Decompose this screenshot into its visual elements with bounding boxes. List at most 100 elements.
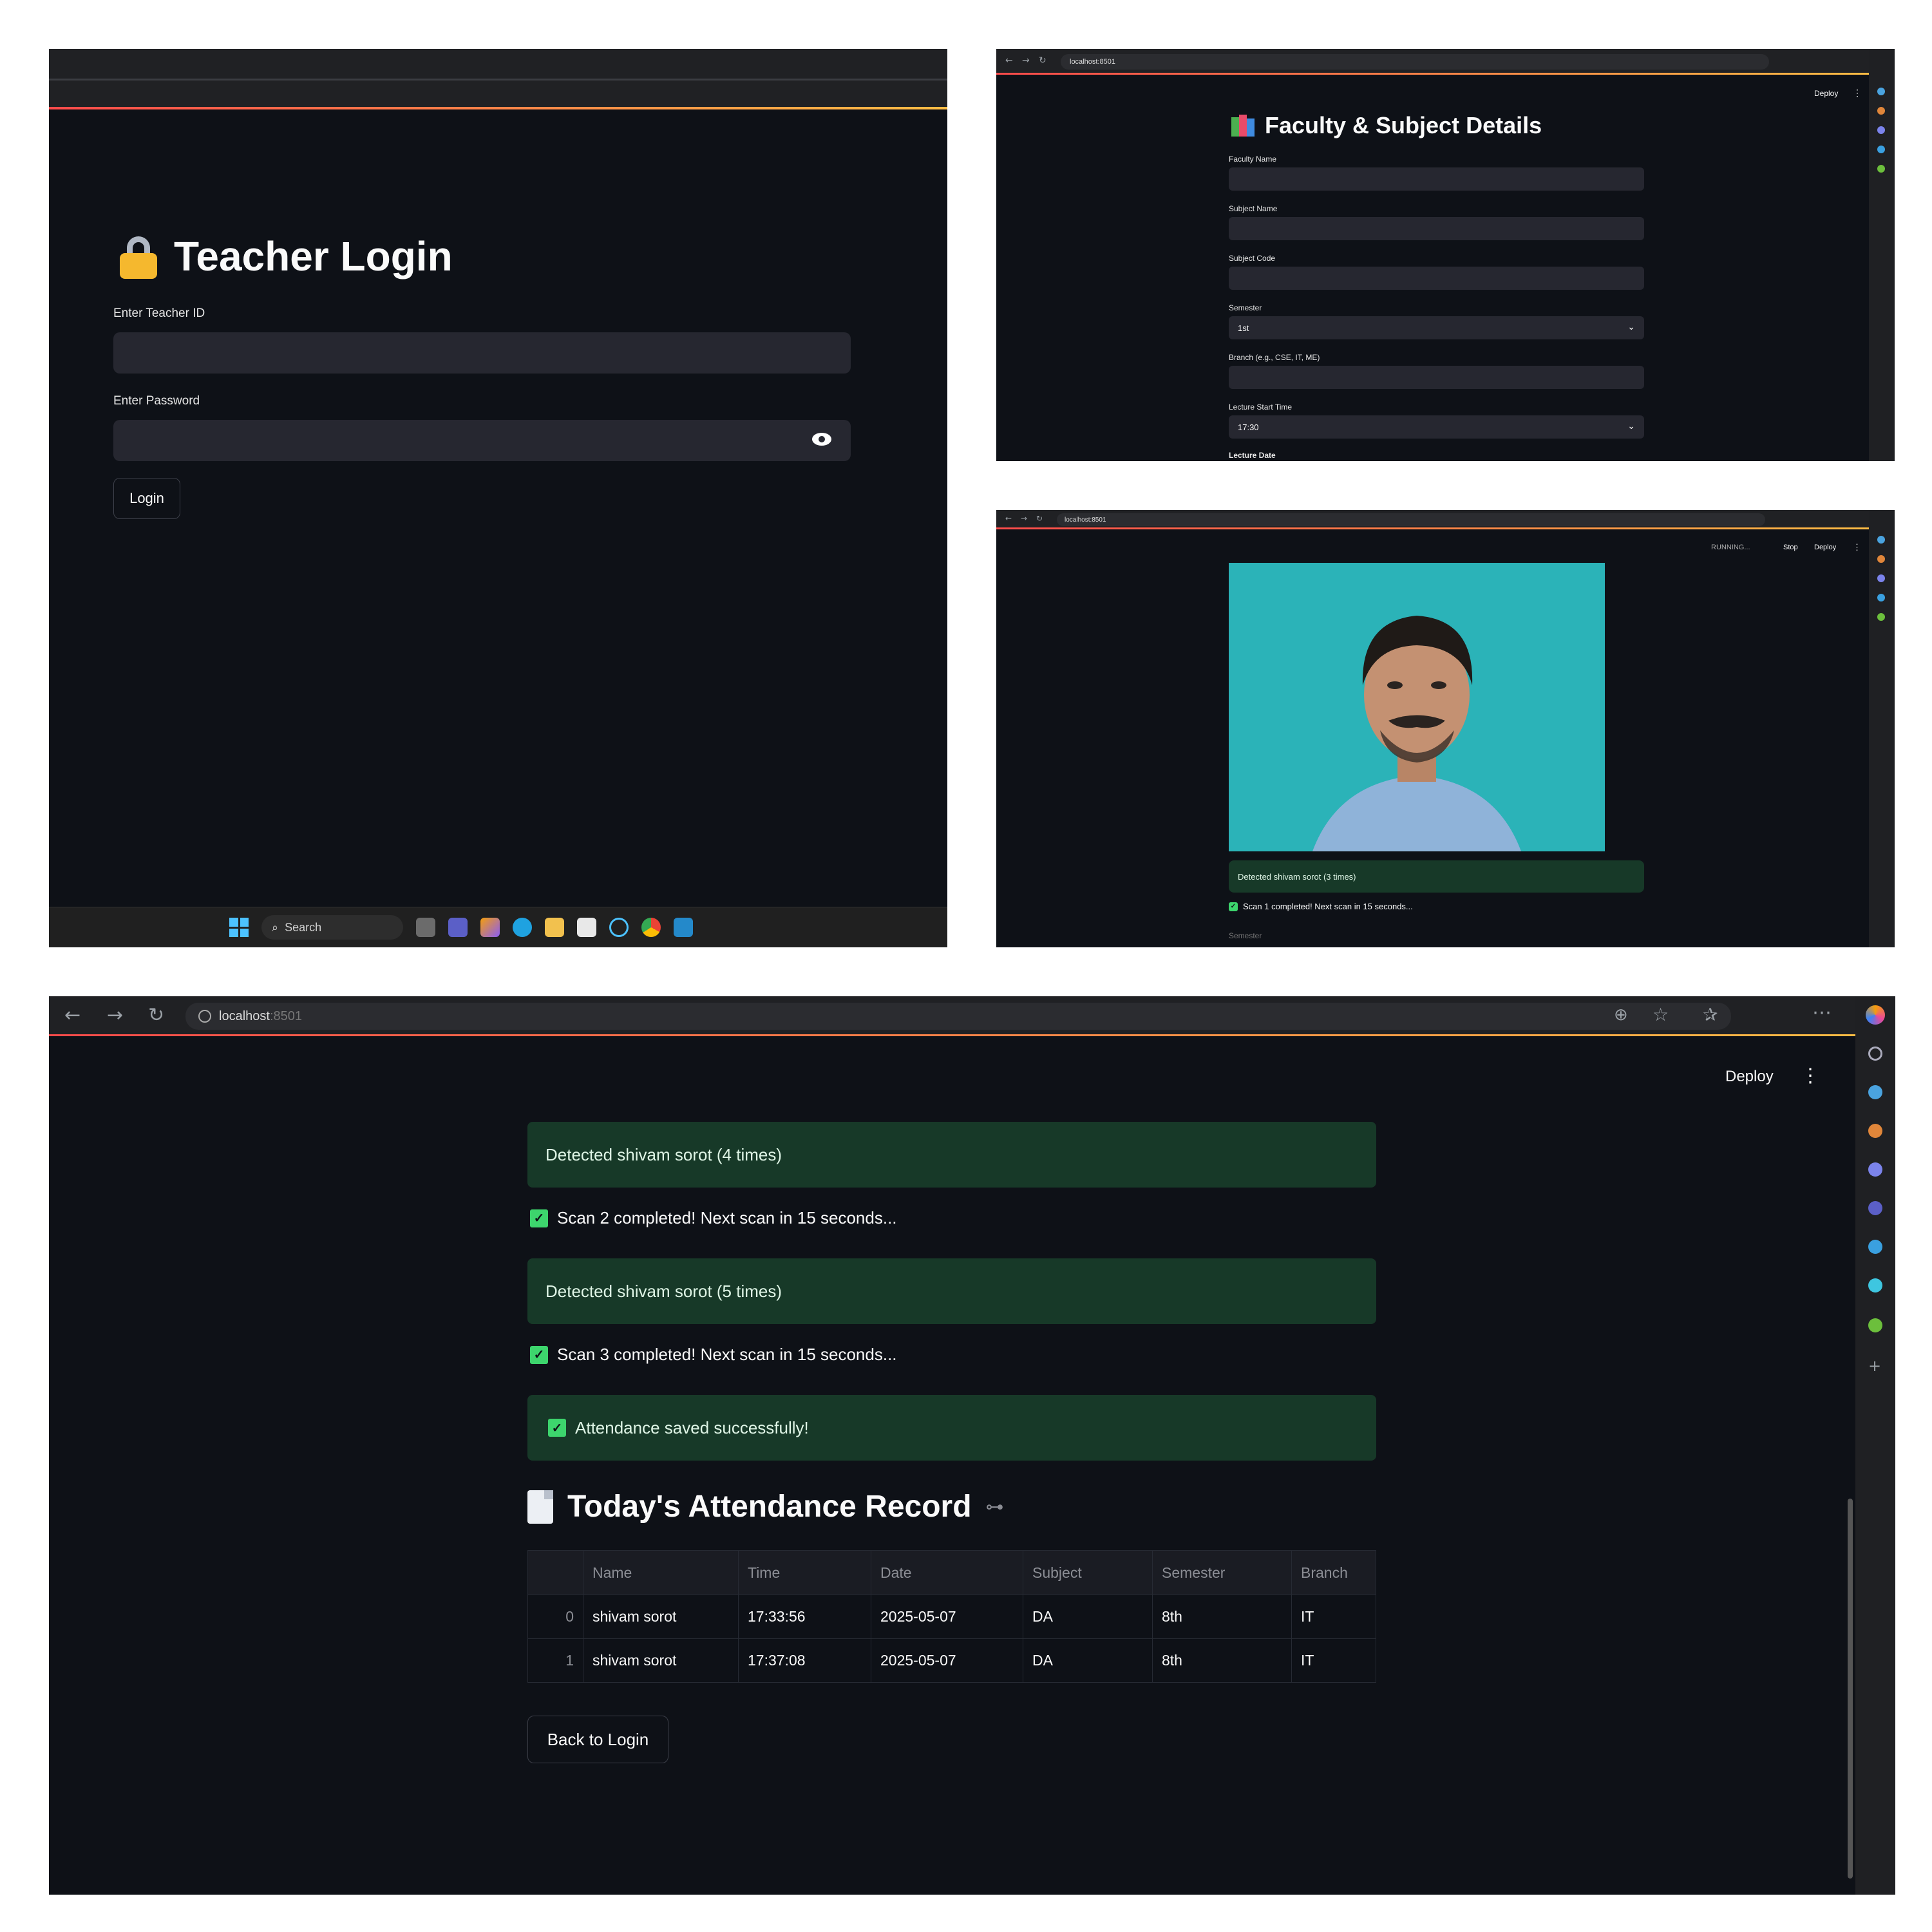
table-header-row: Name Time Date Subject Semester Branch xyxy=(527,1550,1376,1595)
back-icon[interactable]: ← xyxy=(1005,55,1013,66)
semester-select-value: 1st xyxy=(1238,323,1249,333)
games-icon[interactable] xyxy=(1868,1201,1882,1215)
outlook-icon[interactable] xyxy=(1868,1240,1882,1254)
taskbar-search[interactable]: ⌕ Search xyxy=(261,915,403,940)
cell-name[interactable]: shivam sorot xyxy=(583,1638,739,1683)
chevron-down-icon: ⌄ xyxy=(1627,321,1635,332)
cell-time[interactable]: 17:37:08 xyxy=(738,1638,871,1683)
checkbox-icon: ✓ xyxy=(530,1209,548,1227)
store-icon[interactable] xyxy=(577,918,596,937)
copilot-icon[interactable] xyxy=(1866,1005,1885,1025)
shopping-icon[interactable] xyxy=(1877,107,1885,115)
table-row: 1 shivam sorot 17:37:08 2025-05-07 DA 8t… xyxy=(527,1638,1376,1683)
cell-branch[interactable]: IT xyxy=(1291,1638,1376,1683)
eye-icon[interactable] xyxy=(812,433,831,446)
edge-icon[interactable] xyxy=(513,918,532,937)
outlook-icon[interactable] xyxy=(1877,146,1885,153)
tree-icon[interactable] xyxy=(1868,1318,1882,1332)
vscode-icon[interactable] xyxy=(674,918,693,937)
address-bar[interactable]: localhost:8501 xyxy=(1057,513,1765,526)
page-title: Faculty & Subject Details xyxy=(1231,112,1542,139)
cortana-icon[interactable] xyxy=(609,918,629,937)
column-header-time[interactable]: Time xyxy=(738,1550,871,1595)
cell-semester[interactable]: 8th xyxy=(1152,1638,1292,1683)
lecture-start-time-select[interactable]: 17:30 ⌄ xyxy=(1229,415,1644,439)
stop-button[interactable]: Stop xyxy=(1783,544,1798,551)
more-icon[interactable]: ⋯ xyxy=(1812,1001,1832,1024)
send-icon[interactable] xyxy=(1868,1278,1882,1293)
shopping-icon[interactable] xyxy=(1868,1124,1882,1138)
semester-select[interactable]: 1st ⌄ xyxy=(1229,316,1644,339)
favorites-icon[interactable]: ✰ xyxy=(1703,1004,1718,1025)
teams-icon[interactable] xyxy=(448,918,468,937)
password-input[interactable] xyxy=(113,420,851,461)
tree-icon[interactable] xyxy=(1877,613,1885,621)
subject-name-input[interactable] xyxy=(1229,217,1644,240)
back-icon[interactable]: ← xyxy=(64,1004,80,1027)
tag-icon[interactable] xyxy=(1868,1085,1882,1099)
more-menu-icon[interactable]: ⋮ xyxy=(1853,88,1862,99)
taskbar-search-text: Search xyxy=(285,920,322,934)
people-icon[interactable] xyxy=(1877,574,1885,582)
faculty-name-input[interactable] xyxy=(1229,167,1644,191)
login-button[interactable]: Login xyxy=(113,478,180,519)
subject-code-input[interactable] xyxy=(1229,267,1644,290)
cell-subject[interactable]: DA xyxy=(1023,1638,1153,1683)
search-icon[interactable] xyxy=(1877,88,1885,95)
reload-icon[interactable]: ↻ xyxy=(1036,514,1043,523)
info-icon[interactable] xyxy=(198,1010,211,1023)
tree-icon[interactable] xyxy=(1877,165,1885,173)
url-port: :8501 xyxy=(269,1009,302,1023)
people-icon[interactable] xyxy=(1877,126,1885,134)
cell-time[interactable]: 17:33:56 xyxy=(738,1595,871,1639)
zoom-icon[interactable]: ⊕ xyxy=(1614,1005,1628,1025)
cell-semester[interactable]: 8th xyxy=(1152,1595,1292,1639)
link-icon[interactable]: ⊶ xyxy=(986,1496,1004,1517)
back-icon[interactable]: ← xyxy=(1005,514,1012,523)
cell-name[interactable]: shivam sorot xyxy=(583,1595,739,1639)
star-icon[interactable]: ☆ xyxy=(1653,1004,1669,1025)
reload-icon[interactable]: ↻ xyxy=(1039,55,1046,66)
more-menu-icon[interactable]: ⋮ xyxy=(1853,542,1861,553)
address-bar-text: localhost:8501 xyxy=(1065,516,1106,524)
deploy-button[interactable]: Deploy xyxy=(1725,1068,1774,1086)
copilot-icon[interactable] xyxy=(480,918,500,937)
shopping-icon[interactable] xyxy=(1877,555,1885,563)
search-icon[interactable] xyxy=(1868,1046,1882,1061)
deploy-button[interactable]: Deploy xyxy=(1814,544,1836,551)
forward-icon[interactable]: → xyxy=(1021,514,1027,523)
column-header-branch[interactable]: Branch xyxy=(1291,1550,1376,1595)
branch-input[interactable] xyxy=(1229,366,1644,389)
header-accent-line xyxy=(49,107,947,109)
reload-icon[interactable]: ↻ xyxy=(148,1004,164,1027)
file-explorer-icon[interactable] xyxy=(545,918,564,937)
teacher-id-input[interactable] xyxy=(113,332,851,374)
address-bar[interactable]: localhost:8501 xyxy=(1061,54,1769,70)
forward-icon[interactable]: → xyxy=(107,1004,123,1027)
deploy-button[interactable]: Deploy xyxy=(1814,89,1838,98)
scrollbar[interactable] xyxy=(1848,1499,1853,1879)
address-bar[interactable]: localhost:8501 xyxy=(185,1003,1731,1030)
column-header-name[interactable]: Name xyxy=(583,1550,739,1595)
column-header-subject[interactable]: Subject xyxy=(1023,1550,1153,1595)
add-icon[interactable]: + xyxy=(1868,1357,1881,1375)
search-icon[interactable] xyxy=(1877,536,1885,544)
people-icon[interactable] xyxy=(1868,1162,1882,1177)
more-menu-icon[interactable]: ⋮ xyxy=(1801,1065,1820,1087)
column-header-semester[interactable]: Semester xyxy=(1152,1550,1292,1595)
cell-date[interactable]: 2025-05-07 xyxy=(871,1595,1023,1639)
edge-sidebar xyxy=(1869,510,1895,947)
chrome-icon[interactable] xyxy=(641,918,661,937)
browser-chrome: ← → ↻ localhost:8501 xyxy=(996,510,1895,529)
forward-icon[interactable]: → xyxy=(1022,55,1030,66)
outlook-icon[interactable] xyxy=(1877,594,1885,601)
back-to-login-button[interactable]: Back to Login xyxy=(527,1716,668,1763)
search-icon: ⌕ xyxy=(272,920,279,934)
task-view-icon[interactable] xyxy=(416,918,435,937)
cell-branch[interactable]: IT xyxy=(1291,1595,1376,1639)
cell-subject[interactable]: DA xyxy=(1023,1595,1153,1639)
windows-start-icon[interactable] xyxy=(229,918,249,937)
cell-date[interactable]: 2025-05-07 xyxy=(871,1638,1023,1683)
column-header-date[interactable]: Date xyxy=(871,1550,1023,1595)
scan-status-3-text: Scan 3 completed! Next scan in 15 second… xyxy=(557,1345,897,1364)
